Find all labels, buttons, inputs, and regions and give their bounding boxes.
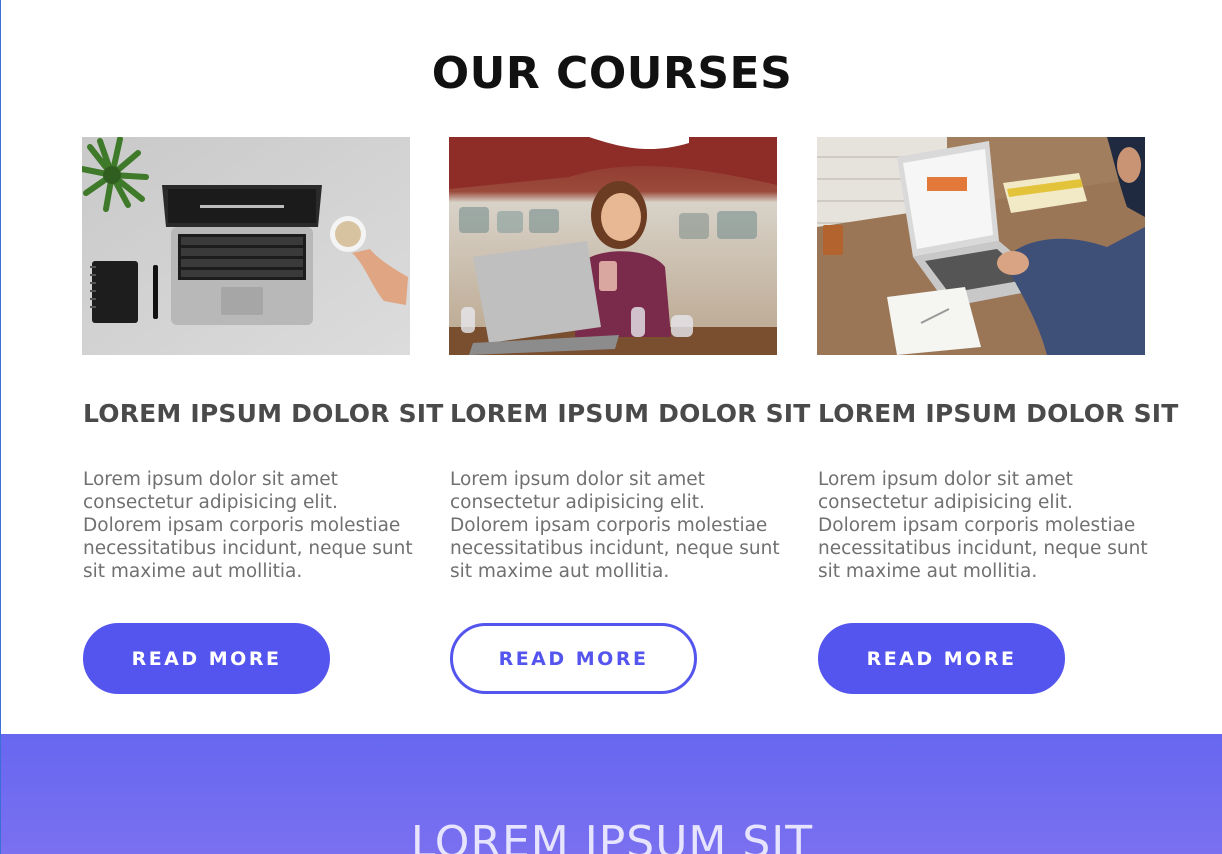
banner-section: LOREM IPSUM SIT bbox=[1, 734, 1222, 854]
person-typing-illustration bbox=[817, 137, 1145, 355]
course-description: Lorem ipsum dolor sit amet consectetur a… bbox=[450, 469, 780, 582]
course-description: Lorem ipsum dolor sit amet consectetur a… bbox=[818, 469, 1148, 582]
laptop-desk-illustration bbox=[82, 137, 410, 355]
banner-title: LOREM IPSUM SIT bbox=[410, 817, 814, 854]
section-title: OUR COURSES bbox=[431, 48, 793, 99]
course-card: LOREM IPSUM DOLOR SIT Lorem ipsum dolor … bbox=[82, 137, 443, 694]
course-image-laptop-desk bbox=[82, 137, 410, 355]
course-card: LOREM IPSUM DOLOR SIT Lorem ipsum dolor … bbox=[449, 137, 810, 694]
course-description: Lorem ipsum dolor sit amet consectetur a… bbox=[83, 469, 413, 582]
read-more-button[interactable]: READ MORE bbox=[83, 623, 330, 694]
page: OUR COURSES LOREM IPSUM DOLOR SIT Lorem … bbox=[0, 0, 1222, 854]
woman-cafe-illustration bbox=[449, 137, 777, 355]
read-more-button[interactable]: READ MORE bbox=[450, 623, 697, 694]
course-title: LOREM IPSUM DOLOR SIT bbox=[818, 399, 1179, 428]
course-image-person-typing bbox=[817, 137, 1145, 355]
course-title: LOREM IPSUM DOLOR SIT bbox=[83, 399, 444, 428]
course-title: LOREM IPSUM DOLOR SIT bbox=[450, 399, 811, 428]
course-image-woman-cafe bbox=[449, 137, 777, 355]
course-card: LOREM IPSUM DOLOR SIT Lorem ipsum dolor … bbox=[817, 137, 1178, 694]
read-more-button[interactable]: READ MORE bbox=[818, 623, 1065, 694]
